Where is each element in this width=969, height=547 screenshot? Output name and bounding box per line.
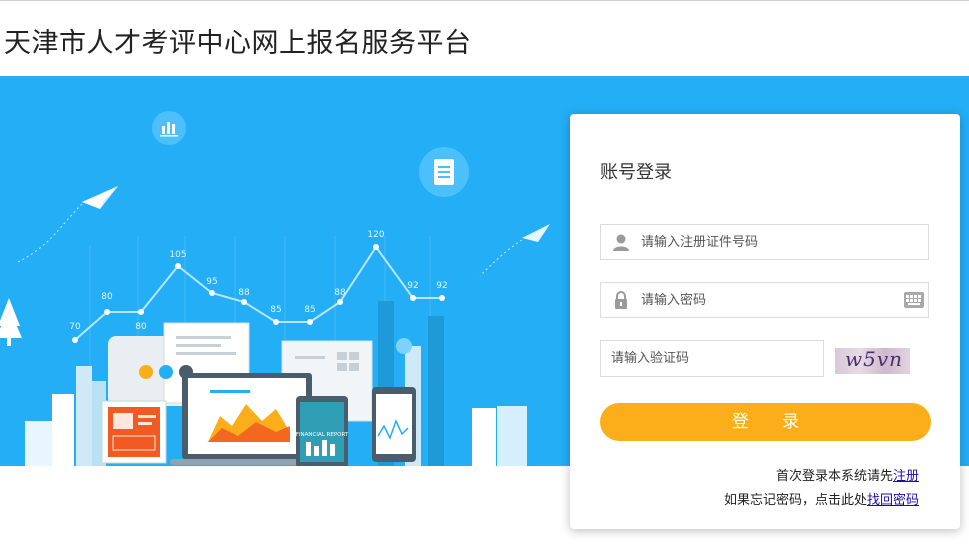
register-prompt: 首次登录本系统请先 bbox=[775, 469, 893, 484]
password-input[interactable] bbox=[641, 283, 901, 317]
chart-label: 85 bbox=[270, 305, 281, 315]
chart-label: 85 bbox=[304, 305, 315, 315]
user-icon bbox=[613, 234, 629, 251]
password-field bbox=[600, 282, 929, 318]
report-card bbox=[101, 400, 167, 464]
captcha-field bbox=[600, 340, 824, 377]
captcha-input[interactable] bbox=[611, 341, 811, 376]
tree-icon bbox=[0, 298, 22, 346]
site-title: 天津市人才考评中心网上报名服务平台 bbox=[4, 28, 472, 59]
chart-label: 105 bbox=[169, 250, 186, 260]
keyboard-icon[interactable] bbox=[904, 292, 924, 308]
login-title: 账号登录 bbox=[600, 162, 672, 183]
chart-label: 92 bbox=[407, 281, 418, 291]
help-links: 首次登录本系统请先注册 如果忘记密码，点击此处找回密码 bbox=[724, 465, 919, 513]
page-header: 天津市人才考评中心网上报名服务平台 bbox=[0, 1, 969, 76]
phone-illustration bbox=[372, 387, 416, 462]
chart-label: 92 bbox=[436, 281, 447, 291]
decor-dot bbox=[396, 338, 412, 354]
register-line: 首次登录本系统请先注册 bbox=[724, 465, 919, 489]
login-panel: 账号登录 w5vn 登 录 首次登录本系统请先注册 bbox=[570, 114, 960, 529]
document-icon bbox=[419, 147, 469, 197]
forgot-line: 如果忘记密码，点击此处找回密码 bbox=[724, 489, 919, 513]
chart-label: 120 bbox=[367, 230, 384, 240]
buildings-left bbox=[25, 366, 106, 466]
lock-icon bbox=[615, 291, 627, 309]
chart-label: 70 bbox=[69, 322, 81, 332]
chart-label: 88 bbox=[334, 288, 346, 298]
report-label: FINANCIAL REPORT bbox=[296, 432, 349, 438]
tablet-illustration: FINANCIAL REPORT bbox=[296, 396, 349, 466]
chart-label: 88 bbox=[238, 288, 250, 298]
captcha-image[interactable]: w5vn bbox=[835, 348, 910, 374]
login-button[interactable]: 登 录 bbox=[600, 403, 931, 441]
chart-label: 95 bbox=[206, 277, 217, 287]
id-number-input[interactable] bbox=[641, 225, 901, 259]
id-number-field bbox=[600, 224, 929, 260]
chart-icon bbox=[152, 111, 186, 145]
chart-label: 80 bbox=[135, 322, 147, 332]
register-link[interactable]: 注册 bbox=[893, 469, 919, 484]
chart-label: 80 bbox=[101, 292, 113, 302]
forgot-prompt: 如果忘记密码，点击此处 bbox=[723, 493, 867, 508]
paper-plane-icon bbox=[17, 186, 118, 263]
forgot-password-link[interactable]: 找回密码 bbox=[867, 493, 919, 508]
paper-plane-icon bbox=[479, 224, 550, 277]
captcha-text: w5vn bbox=[845, 348, 904, 371]
